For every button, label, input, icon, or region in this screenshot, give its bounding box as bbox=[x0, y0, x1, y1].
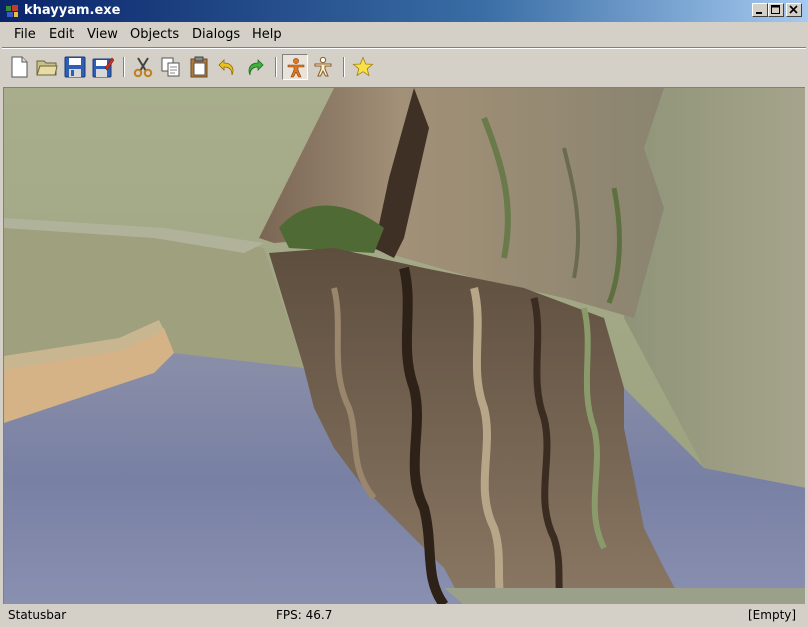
undo-icon bbox=[218, 59, 234, 76]
3d-viewport[interactable] bbox=[3, 87, 805, 604]
copy-button[interactable] bbox=[158, 54, 184, 80]
redo-button[interactable] bbox=[242, 54, 268, 80]
scissors-icon bbox=[133, 57, 153, 78]
status-bar: Statusbar FPS: 46.7 [Empty] bbox=[0, 604, 808, 627]
menu-help[interactable]: Help bbox=[252, 27, 282, 43]
menu-dialogs[interactable]: Dialogs bbox=[192, 27, 240, 43]
toolbar-separator bbox=[275, 57, 277, 77]
app-window: khayyam.exe File Edit View Objects Dialo… bbox=[0, 0, 808, 627]
minimize-icon bbox=[756, 12, 762, 14]
maximize-icon bbox=[771, 5, 780, 14]
folder-icon bbox=[36, 60, 58, 76]
window-title: khayyam.exe bbox=[24, 3, 121, 18]
redo-icon bbox=[248, 59, 264, 76]
character-mode-button[interactable] bbox=[282, 54, 308, 80]
toolbar-separator bbox=[123, 57, 125, 77]
toolbar bbox=[2, 51, 806, 85]
save-icon bbox=[64, 56, 86, 78]
save-as-button[interactable] bbox=[90, 54, 116, 80]
close-icon bbox=[789, 5, 798, 14]
menu-objects[interactable]: Objects bbox=[130, 27, 179, 43]
app-icon bbox=[4, 3, 20, 19]
favorite-button[interactable] bbox=[350, 54, 376, 80]
status-text: Statusbar bbox=[8, 608, 67, 622]
title-bar[interactable]: khayyam.exe bbox=[0, 0, 808, 22]
menu-edit[interactable]: Edit bbox=[49, 27, 74, 43]
open-file-button[interactable] bbox=[34, 54, 60, 80]
cut-button[interactable] bbox=[130, 54, 156, 80]
scene-render[interactable] bbox=[4, 88, 805, 604]
star-icon bbox=[352, 56, 374, 77]
undo-button[interactable] bbox=[214, 54, 240, 80]
new-file-button[interactable] bbox=[6, 54, 32, 80]
paste-icon bbox=[190, 56, 208, 78]
character-outline-button[interactable] bbox=[310, 54, 336, 80]
save-button[interactable] bbox=[62, 54, 88, 80]
copy-icon bbox=[161, 57, 180, 77]
menu-view[interactable]: View bbox=[87, 27, 118, 43]
menu-divider bbox=[2, 47, 806, 49]
maximize-button[interactable] bbox=[768, 3, 784, 17]
close-button[interactable] bbox=[786, 3, 802, 17]
person-outline-icon bbox=[314, 56, 332, 77]
paste-button[interactable] bbox=[186, 54, 212, 80]
menu-bar: File Edit View Objects Dialogs Help bbox=[0, 22, 808, 46]
selection-status: [Empty] bbox=[748, 608, 797, 622]
person-icon bbox=[287, 58, 305, 78]
fps-readout: FPS: 46.7 bbox=[276, 608, 333, 622]
toolbar-separator bbox=[343, 57, 345, 77]
save-as-icon bbox=[92, 57, 114, 78]
menu-file[interactable]: File bbox=[14, 27, 36, 43]
new-file-icon bbox=[11, 56, 28, 78]
minimize-button[interactable] bbox=[752, 3, 768, 17]
